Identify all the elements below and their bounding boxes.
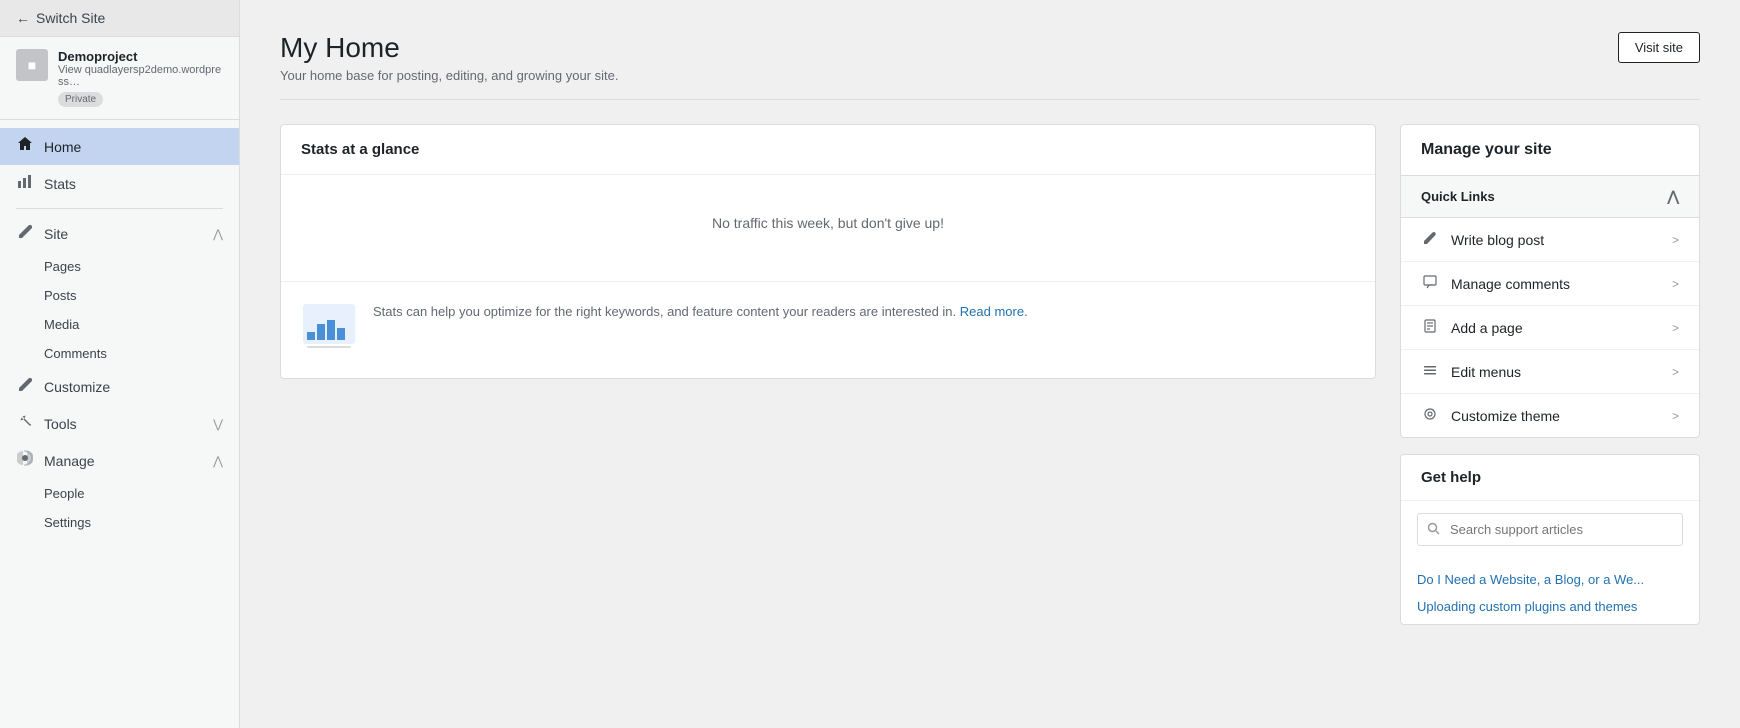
stats-panel-header: Stats at a glance — [281, 125, 1375, 175]
sidebar-item-tools-label: Tools — [44, 416, 77, 432]
sidebar-item-manage[interactable]: Manage ⋀ — [0, 442, 239, 479]
stats-promo-text: Stats can help you optimize for the righ… — [373, 302, 1028, 323]
stats-promo: Stats can help you optimize for the righ… — [281, 281, 1375, 378]
quick-links-header: Quick Links ⋀ — [1401, 175, 1699, 218]
tools-chevron-down-icon: ⋁ — [213, 417, 223, 431]
manage-comments-label: Manage comments — [1451, 276, 1660, 292]
search-support-input[interactable] — [1417, 513, 1683, 546]
nav-divider-1 — [16, 208, 223, 209]
get-help-header: Get help — [1401, 455, 1699, 501]
nav-menu: Home Stats Site ⋀ Pages Posts Media Comm… — [0, 120, 239, 545]
sidebar-item-customize[interactable]: Customize — [0, 368, 239, 405]
write-blog-post-label: Write blog post — [1451, 232, 1660, 248]
chart-illustration-icon — [301, 302, 357, 358]
site-name: Demoproject — [58, 49, 223, 64]
site-url: View quadlayersp2demo.wordpress… — [58, 64, 223, 88]
edit-menus-arrow-icon: > — [1672, 365, 1679, 379]
quick-link-write-blog-post[interactable]: Write blog post > — [1401, 218, 1699, 262]
stats-empty-text: No traffic this week, but don't give up! — [712, 215, 944, 231]
sidebar-subitem-pages[interactable]: Pages — [0, 252, 239, 281]
stats-panel: Stats at a glance No traffic this week, … — [280, 124, 1376, 379]
site-chevron-up-icon: ⋀ — [213, 227, 223, 241]
main-content: My Home Your home base for posting, edit… — [240, 0, 1740, 728]
manage-site-header: Manage your site — [1401, 125, 1699, 175]
right-panel: Manage your site Quick Links ⋀ Write blo… — [1400, 124, 1700, 625]
site-info: ■ Demoproject View quadlayersp2demo.word… — [0, 37, 239, 120]
manage-comments-arrow-icon: > — [1672, 277, 1679, 291]
customize-icon — [16, 376, 34, 397]
stats-read-more-link[interactable]: Read more. — [960, 304, 1028, 319]
customize-theme-arrow-icon: > — [1672, 409, 1679, 423]
sidebar-item-stats[interactable]: Stats — [0, 165, 239, 202]
site-details: Demoproject View quadlayersp2demo.wordpr… — [58, 49, 223, 107]
stats-icon — [16, 173, 34, 194]
manage-submenu: People Settings — [0, 479, 239, 537]
home-icon — [16, 136, 34, 157]
sidebar-item-home-label: Home — [44, 139, 81, 155]
site-icon: ■ — [16, 49, 48, 81]
add-page-label: Add a page — [1451, 320, 1660, 336]
help-link-1[interactable]: Do I Need a Website, a Blog, or a We... — [1401, 566, 1699, 593]
sidebar-item-manage-label: Manage — [44, 453, 95, 469]
comments-icon — [1421, 275, 1439, 292]
help-link-2[interactable]: Uploading custom plugins and themes — [1401, 593, 1699, 620]
quick-links-chevron-up-icon: ⋀ — [1668, 188, 1679, 205]
back-arrow-icon: ← — [16, 10, 30, 26]
search-support-container — [1417, 513, 1683, 546]
sidebar-item-site[interactable]: Site ⋀ — [0, 215, 239, 252]
quick-link-add-page[interactable]: Add a page > — [1401, 306, 1699, 350]
quick-link-manage-comments[interactable]: Manage comments > — [1401, 262, 1699, 306]
get-help-panel: Get help Do I Need a Website, a Blog, or… — [1400, 454, 1700, 625]
page-icon — [1421, 319, 1439, 336]
sidebar-item-site-label: Site — [44, 226, 68, 242]
tools-icon — [16, 413, 34, 434]
customize-theme-label: Customize theme — [1451, 408, 1660, 424]
sidebar-subitem-settings[interactable]: Settings — [0, 508, 239, 537]
switch-site-label: Switch Site — [36, 10, 105, 26]
search-icon — [1427, 522, 1440, 538]
quick-link-edit-menus[interactable]: Edit menus > — [1401, 350, 1699, 394]
sidebar-subitem-people[interactable]: People — [0, 479, 239, 508]
edit-menus-label: Edit menus — [1451, 364, 1660, 380]
quick-links-label: Quick Links — [1421, 189, 1495, 204]
page-subtitle: Your home base for posting, editing, and… — [280, 68, 618, 83]
site-submenu: Pages Posts Media Comments — [0, 252, 239, 368]
write-blog-post-arrow-icon: > — [1672, 233, 1679, 247]
sidebar-item-stats-label: Stats — [44, 176, 76, 192]
manage-chevron-up-icon: ⋀ — [213, 454, 223, 468]
edit-icon — [16, 223, 34, 244]
page-title: My Home — [280, 32, 618, 64]
sidebar: ← Switch Site ■ Demoproject View quadlay… — [0, 0, 240, 728]
stats-promo-description: Stats can help you optimize for the righ… — [373, 304, 956, 319]
menus-icon — [1421, 363, 1439, 380]
manage-icon — [16, 450, 34, 471]
write-icon — [1421, 231, 1439, 248]
sidebar-item-customize-label: Customize — [44, 379, 110, 395]
switch-site-button[interactable]: ← Switch Site — [0, 0, 239, 37]
content-grid: Stats at a glance No traffic this week, … — [280, 124, 1700, 625]
sidebar-subitem-comments[interactable]: Comments — [0, 339, 239, 368]
quick-link-customize-theme[interactable]: Customize theme > — [1401, 394, 1699, 437]
sidebar-item-home[interactable]: Home — [0, 128, 239, 165]
sidebar-subitem-posts[interactable]: Posts — [0, 281, 239, 310]
manage-site-panel: Manage your site Quick Links ⋀ Write blo… — [1400, 124, 1700, 438]
visit-site-button[interactable]: Visit site — [1618, 32, 1700, 63]
add-page-arrow-icon: > — [1672, 321, 1679, 335]
private-badge: Private — [58, 92, 103, 107]
stats-empty-state: No traffic this week, but don't give up! — [281, 175, 1375, 281]
page-header-text: My Home Your home base for posting, edit… — [280, 32, 618, 83]
theme-icon — [1421, 407, 1439, 424]
sidebar-item-tools[interactable]: Tools ⋁ — [0, 405, 239, 442]
help-links: Do I Need a Website, a Blog, or a We... … — [1401, 558, 1699, 624]
sidebar-subitem-media[interactable]: Media — [0, 310, 239, 339]
page-header: My Home Your home base for posting, edit… — [280, 32, 1700, 100]
